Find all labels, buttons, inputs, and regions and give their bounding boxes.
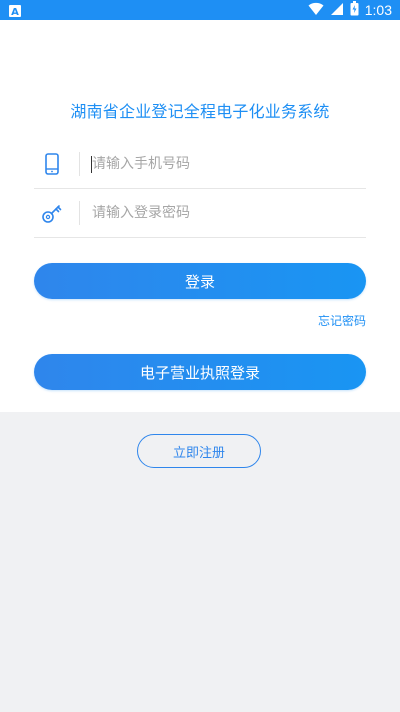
wifi-icon (308, 1, 324, 20)
login-button[interactable]: 登录 (34, 263, 366, 299)
key-icon (40, 201, 64, 225)
register-button[interactable]: 立即注册 (137, 434, 261, 468)
license-login-button[interactable]: 电子营业执照登录 (34, 354, 366, 390)
password-input-row (34, 189, 366, 238)
status-time: 1:03 (364, 2, 392, 18)
svg-text:A: A (11, 7, 19, 18)
input-divider (79, 152, 80, 176)
text-caret (91, 156, 92, 173)
signal-icon (330, 1, 344, 20)
forgot-password-link[interactable]: 忘记密码 (318, 312, 366, 329)
status-bar: A 1:03 (0, 0, 400, 20)
input-divider (79, 201, 80, 225)
a-notification-icon: A (8, 3, 22, 18)
password-input[interactable] (92, 199, 362, 227)
login-card: 湖南省企业登记全程电子化业务系统 登录 忘记密码 电子营业执照登 (0, 20, 400, 412)
battery-icon (350, 0, 359, 20)
phone-icon (40, 152, 64, 176)
phone-input[interactable] (92, 150, 362, 178)
page-title: 湖南省企业登记全程电子化业务系统 (70, 102, 330, 121)
phone-input-row (34, 140, 366, 189)
